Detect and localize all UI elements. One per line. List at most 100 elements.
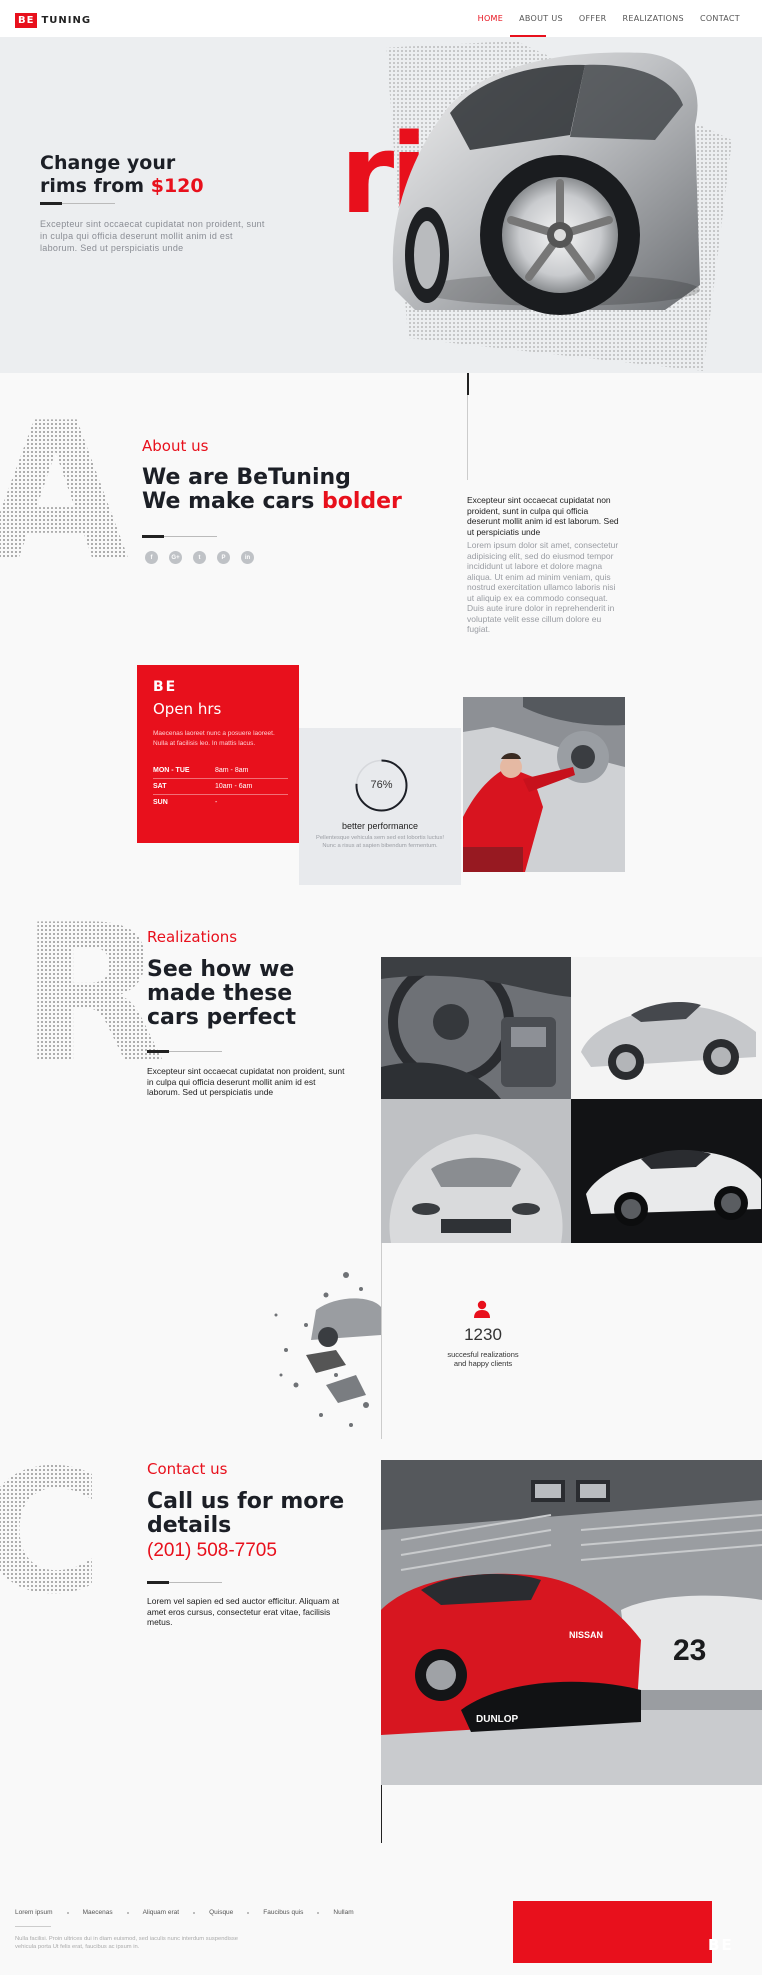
contact-garage-photo: 23 DUNLOP NISSAN	[381, 1460, 762, 1785]
hero-title-prefix: rims from	[40, 175, 151, 197]
google-plus-icon[interactable]: G+	[169, 551, 182, 564]
about-title-line1: We are BeTuning	[142, 465, 351, 490]
gallery-photo-supercar[interactable]	[381, 1099, 571, 1243]
realizations-title-line3: cars perfect	[147, 1005, 297, 1030]
hours-row: SUN -	[153, 795, 288, 811]
car-sponsor-label: DUNLOP	[476, 1714, 519, 1725]
stat-label: succesful realizations and happy clients	[430, 1350, 536, 1368]
footer-link[interactable]: Quisque	[209, 1909, 233, 1916]
footer-separator	[317, 1911, 320, 1914]
nav-contact[interactable]: CONTACT	[692, 14, 748, 23]
nav-about-us[interactable]: ABOUT US	[511, 14, 571, 23]
mechanic-photo	[463, 697, 625, 872]
nav-realizations[interactable]: REALIZATIONS	[615, 14, 692, 23]
stat-label-line2: and happy clients	[453, 1359, 513, 1368]
facebook-icon[interactable]: f	[145, 551, 158, 564]
about-title-prefix: We make cars	[142, 489, 322, 514]
contact-dotted-letter: C	[0, 1448, 103, 1618]
about-vline	[467, 395, 468, 480]
about-title: We are BeTuning We make cars bolder	[142, 466, 402, 514]
hours-time: 8am - 8am	[215, 763, 288, 779]
realizations-title-line2: made these	[147, 981, 293, 1006]
hours-day: SUN	[153, 799, 168, 806]
contact-text: Lorem vel sapien ed sed auctor efficitur…	[147, 1596, 340, 1627]
logo-text: TUNING	[41, 15, 92, 26]
hero-divider-accent	[40, 202, 62, 205]
hours-row: SAT 10am - 6am	[153, 778, 288, 795]
stat-label-line1: succesful realizations	[447, 1350, 519, 1359]
hours-day: SAT	[153, 778, 215, 795]
twitter-icon[interactable]: t	[193, 551, 206, 564]
about-title-red: bolder	[321, 489, 402, 514]
hours-brand: BE	[153, 679, 178, 695]
gallery-photo-interior[interactable]	[381, 957, 571, 1099]
hero-price: $120	[150, 175, 204, 197]
footer-divider	[15, 1926, 51, 1927]
contact-vline	[381, 1785, 382, 1843]
footer-separator	[247, 1911, 250, 1914]
contact-phone[interactable]: (201) 508-7705	[147, 1540, 277, 1562]
contact-title-line2: details	[147, 1513, 232, 1538]
about-dotted-letter: A	[0, 398, 129, 588]
hours-title: Open hrs	[153, 700, 222, 718]
hero-title-line2: rims from $120	[40, 175, 204, 198]
about-vline-dark	[467, 373, 469, 395]
footer-separator	[66, 1911, 69, 1914]
contact-title-line1: Call us for more	[147, 1489, 345, 1514]
about-divider-accent	[142, 535, 164, 538]
open-hours-card: BE Open hrs Maecenas laoreet nunc a posu…	[137, 665, 299, 843]
about-lead-text: Excepteur sint occaecat cupidatat non pr…	[467, 495, 619, 537]
hero-section: rims	[0, 37, 762, 373]
contact-label: Contact us	[147, 1460, 228, 1478]
user-icon	[474, 1300, 490, 1318]
realizations-label: Realizations	[147, 928, 238, 946]
hours-row: MON - TUE 8am - 8am	[153, 763, 288, 779]
performance-text: Pellentesque vehicula sem sed est lobort…	[316, 835, 444, 849]
car-brand-label: NISSAN	[569, 1630, 603, 1640]
contact-divider-accent	[147, 1581, 169, 1584]
footer-link[interactable]: Nullam	[333, 1909, 353, 1916]
contact-title: Call us for more details	[147, 1490, 344, 1538]
hours-time: 10am - 6am	[215, 778, 288, 795]
performance-label: better performance	[341, 821, 419, 831]
car-number: 23	[673, 1634, 706, 1667]
logo-box: BE	[15, 13, 38, 28]
gallery-photo-silver-coupe[interactable]	[571, 957, 762, 1099]
stat-value: 1230	[464, 1325, 502, 1344]
footer-link[interactable]: Aliquam erat	[143, 1909, 180, 1916]
main-nav: HOME ABOUT US OFFER REALIZATIONS CONTACT	[470, 14, 748, 23]
realizations-dotted-letter: R	[20, 884, 167, 1105]
footer-brand[interactable]: BE	[708, 1936, 734, 1954]
hours-table: MON - TUE 8am - 8am SAT 10am - 6am SUN -	[153, 763, 288, 810]
hero-car-image	[392, 52, 700, 315]
footer-red-block	[513, 1901, 712, 1963]
realizations-text: Excepteur sint occaecat cupidatat non pr…	[147, 1066, 345, 1097]
footer-links: Lorem ipsum Maecenas Aliquam erat Quisqu…	[15, 1909, 354, 1916]
footer-link[interactable]: Faucibus quis	[263, 1909, 303, 1916]
hours-day: MON - TUE	[153, 763, 215, 779]
pinterest-icon[interactable]: P	[217, 551, 230, 564]
realizations-title: See how we made these cars perfect	[147, 958, 296, 1030]
footer-separator	[193, 1911, 196, 1914]
about-body-text: Lorem ipsum dolor sit amet, consectetur …	[467, 540, 619, 634]
stats-vline	[381, 1243, 382, 1439]
realizations-divider-accent	[147, 1050, 169, 1053]
nav-home[interactable]: HOME	[470, 14, 511, 23]
exploded-car-image	[274, 1272, 381, 1427]
about-title-line2: We make cars bolder	[142, 490, 402, 514]
realizations-title-line1: See how we	[147, 957, 295, 982]
footer-separator	[126, 1911, 129, 1914]
logo[interactable]: BE TUNING	[15, 12, 91, 29]
linkedin-icon[interactable]: in	[241, 551, 254, 564]
footer-link[interactable]: Lorem ipsum	[15, 1909, 53, 1916]
footer-link[interactable]: Maecenas	[83, 1909, 113, 1916]
social-links: f G+ t P in	[145, 551, 254, 564]
nav-offer[interactable]: OFFER	[571, 14, 615, 23]
footer-text: Nulla facilisi. Proin ultrices dui in di…	[15, 1936, 238, 1950]
page: BE TUNING HOME ABOUT US OFFER REALIZATIO…	[0, 0, 762, 1975]
hours-text: Maecenas laoreet nunc a posuere laoreet.…	[153, 730, 275, 747]
gallery-photo-white-coupe[interactable]	[571, 1099, 762, 1243]
hero-title: Change your rims from $120	[40, 152, 204, 198]
hero-description: Excepteur sint occaecat cupidatat non pr…	[40, 219, 265, 253]
about-label: About us	[142, 437, 209, 455]
